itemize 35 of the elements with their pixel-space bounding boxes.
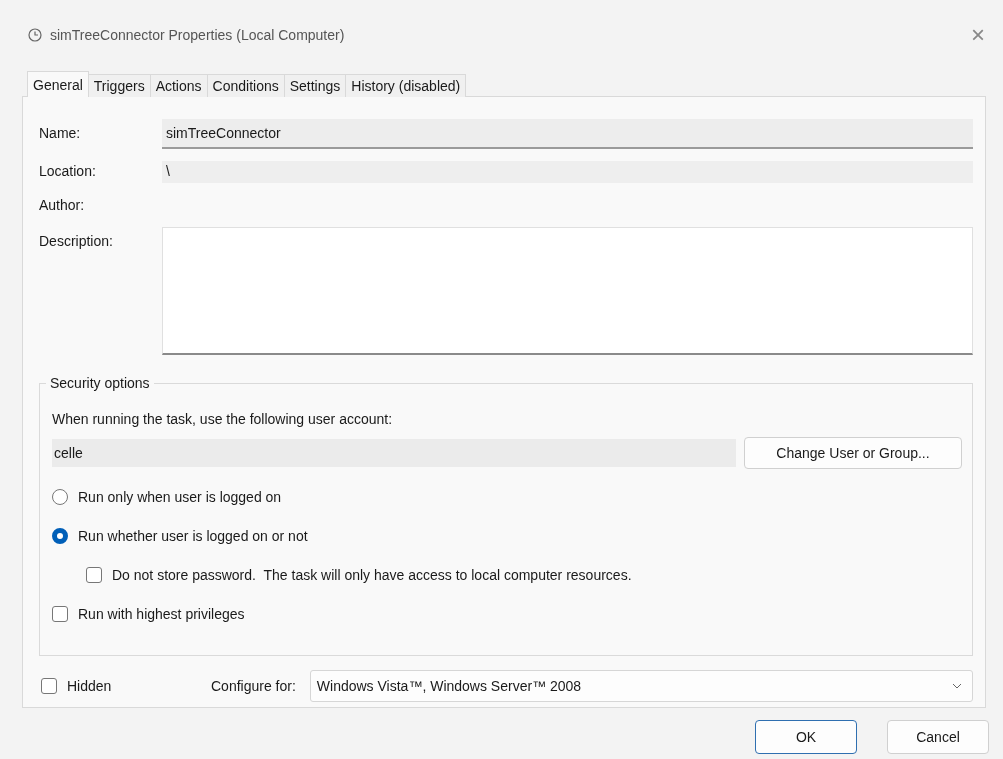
checkbox-label: Run with highest privileges	[78, 605, 245, 622]
group-title: Security options	[49, 375, 151, 391]
checkbox[interactable]	[86, 566, 102, 583]
configure-label: Configure for:	[211, 677, 296, 694]
name-field: simTreeConnector	[162, 119, 973, 149]
checkbox-label: Do not store password. The task will only have access to local computer resources.	[112, 566, 632, 583]
field-label: Description:	[39, 232, 114, 249]
dialog-button[interactable]: OK	[755, 720, 857, 754]
radio-button[interactable]	[52, 488, 68, 505]
checkbox-label: Hidden	[67, 677, 112, 694]
tab[interactable]: Conditions	[206, 74, 285, 97]
tab[interactable]: General	[27, 71, 89, 97]
chevron-down-icon	[952, 682, 962, 689]
field-label: Name:	[39, 124, 82, 141]
window-title: simTreeConnector Properties (Local Computer)	[50, 27, 346, 43]
location-value: \	[162, 161, 973, 183]
configure-dropdown[interactable]: Windows Vista™, Windows Server™ 2008	[309, 669, 973, 702]
checkbox[interactable]	[52, 605, 68, 622]
field-label: Author:	[39, 196, 86, 213]
clock-icon	[28, 28, 42, 42]
tab[interactable]: Settings	[283, 74, 347, 97]
dropdown-value: Windows Vista™, Windows Server™ 2008	[316, 677, 582, 694]
tab[interactable]: Actions	[149, 74, 208, 97]
radio-button[interactable]	[52, 527, 68, 544]
checkbox[interactable]	[41, 677, 57, 694]
description-field[interactable]	[162, 227, 973, 355]
dialog-button[interactable]: Cancel	[887, 720, 989, 754]
field-label: Location:	[39, 162, 97, 179]
account-field: celle	[52, 439, 736, 467]
account-prompt: When running the task, use the following user account:	[52, 411, 394, 427]
radio-label: Run only when user is logged on	[78, 488, 282, 505]
change-user-button[interactable]: Change User or Group...	[744, 437, 962, 469]
tab[interactable]: History (disabled)	[345, 74, 467, 97]
radio-label: Run whether user is logged on or not	[78, 527, 308, 544]
tab[interactable]: Triggers	[87, 74, 151, 97]
